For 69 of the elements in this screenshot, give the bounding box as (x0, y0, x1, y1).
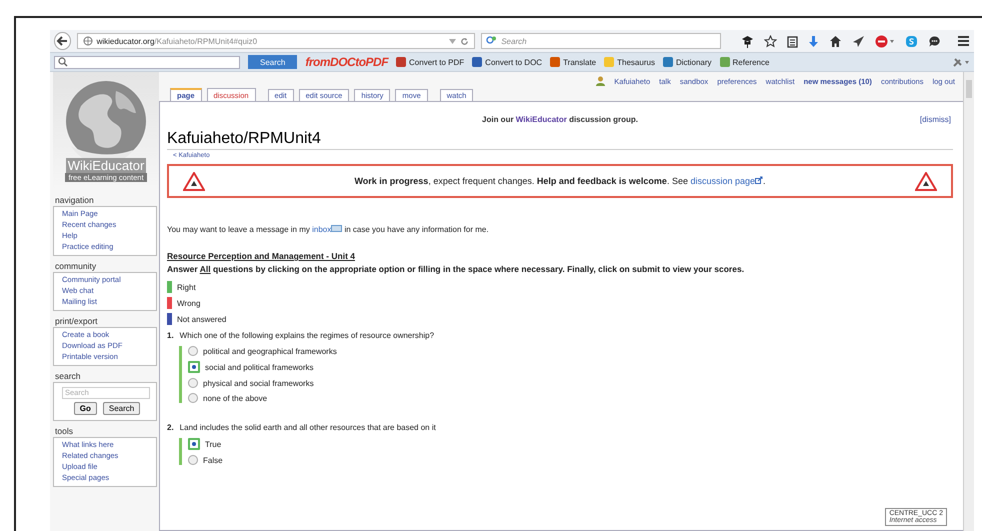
page-title: Kafuiaheto/RPMUnit4 (167, 130, 953, 150)
clipboard-icon[interactable] (787, 34, 798, 48)
search-button[interactable]: Search (102, 402, 140, 415)
option-label[interactable]: political and geographical frameworks (203, 346, 337, 356)
toolbar-button[interactable]: Dictionary (662, 57, 712, 67)
radio-button[interactable] (188, 346, 198, 356)
dismiss-link[interactable]: [dismiss] (920, 115, 951, 124)
radio-button[interactable] (188, 378, 198, 388)
option-label[interactable]: False (203, 456, 223, 464)
portal-heading: search (55, 371, 82, 381)
option-label[interactable]: physical and social frameworks (203, 378, 314, 388)
notice-link[interactable]: WikiEducator (516, 115, 567, 124)
site-notice: Join our WikiEducator discussion group. (482, 115, 638, 124)
toolbar-button[interactable]: Convert to PDF (396, 57, 464, 67)
toolbar-search-field[interactable] (54, 56, 240, 68)
question-text: Land includes the solid earth and all other resources that are based on it (180, 423, 436, 432)
legend-label: Wrong (177, 298, 200, 308)
portal-heading: navigation (55, 195, 95, 205)
back-arrow-icon (56, 35, 68, 47)
star-icon[interactable] (764, 34, 777, 48)
scrollbar[interactable] (963, 72, 974, 531)
globe-icon (82, 36, 93, 46)
external-link-icon (755, 176, 764, 184)
quiz-instructions: Answer All questions by clicking on the appropriate option or filling in the space where necessary. Finally, click on submit to view your scores. (167, 264, 746, 274)
toolbar-button[interactable]: Thesaurus (604, 57, 655, 67)
back-button[interactable] (54, 32, 71, 50)
radio-button[interactable] (188, 455, 198, 465)
discussion-link[interactable]: discussion page (690, 176, 764, 186)
radio-button[interactable] (188, 393, 198, 403)
menu-icon[interactable] (957, 35, 970, 47)
send-icon[interactable] (852, 34, 865, 48)
mortarboard-icon[interactable] (741, 34, 754, 48)
envelope-icon (331, 225, 342, 232)
toolbar-button[interactable]: Convert to DOC (472, 57, 542, 67)
user-icon (596, 76, 606, 86)
option-label[interactable]: social and political frameworks (205, 362, 314, 372)
question-number: 2. (167, 423, 174, 432)
search-icon (58, 57, 68, 67)
reload-icon[interactable] (460, 36, 470, 46)
toolbar-button[interactable]: Reference (720, 57, 770, 67)
legend-label: Not answered (177, 314, 226, 324)
quiz-heading: Resource Perception and Management - Unit 4 (167, 251, 356, 261)
search-icon (486, 36, 498, 46)
portal-heading: tools (55, 426, 74, 436)
banner-text: Work in progress, expect frequent changes. Help and feedback is welcome. See discussion page . (354, 176, 766, 186)
adblock-icon[interactable] (875, 34, 895, 48)
option-label[interactable]: none of the above (203, 394, 268, 402)
home-icon[interactable] (829, 34, 842, 48)
search-field[interactable]: Search (481, 33, 721, 49)
search-button[interactable]: Go (74, 402, 97, 415)
address-bar[interactable]: wikieducator.org/Kafuiaheto/RPMUnit4#quiz0 (76, 33, 476, 49)
download-icon[interactable] (808, 34, 819, 48)
question-text: Which one of the following explains the regimes of resource ownership? (180, 331, 434, 340)
radio-button[interactable] (188, 438, 200, 450)
portal-heading: community (55, 261, 98, 271)
warning-icon (915, 172, 937, 190)
chat-icon[interactable] (928, 34, 941, 48)
warning-icon (183, 172, 205, 190)
legend-label: Right (177, 282, 196, 292)
inbox-link[interactable]: inbox (312, 225, 342, 234)
question-number: 1. (167, 331, 174, 340)
toolbar-button[interactable]: Translate (550, 57, 596, 67)
radio-button[interactable] (188, 361, 200, 373)
option-label[interactable]: True (205, 440, 222, 448)
tools-icon[interactable] (952, 56, 970, 68)
search-button[interactable]: Search (248, 55, 298, 69)
skype-icon[interactable] (905, 34, 918, 48)
portal-heading: print/export (55, 316, 99, 326)
intro-text: You may want to leave a message in my inbox in case you have any information for me. (167, 225, 490, 234)
